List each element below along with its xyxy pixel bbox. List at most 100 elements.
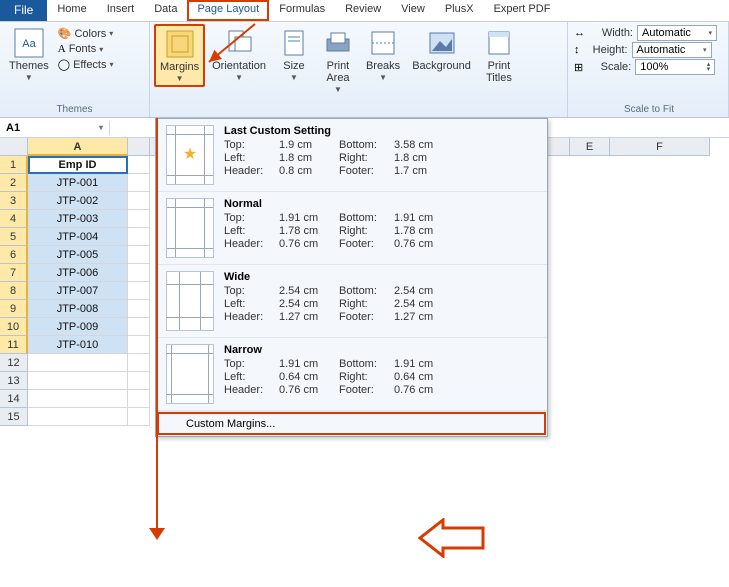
cell[interactable] xyxy=(128,228,150,246)
fonts-button[interactable]: A Fonts ▾ xyxy=(56,42,116,56)
cell[interactable] xyxy=(128,210,150,228)
breaks-button[interactable]: Breaks ▼ xyxy=(361,24,405,85)
row-header[interactable]: 2 xyxy=(0,174,28,192)
size-button[interactable]: Size ▼ xyxy=(273,24,315,85)
margins-last-custom[interactable]: Last Custom Setting Top:1.9 cm Bottom:3.… xyxy=(156,119,547,192)
tab-home[interactable]: Home xyxy=(47,0,96,21)
cell[interactable]: JTP-010 xyxy=(28,336,128,354)
cell[interactable] xyxy=(128,156,150,174)
margins-thumb-icon xyxy=(166,344,214,404)
cell[interactable]: JTP-001 xyxy=(28,174,128,192)
margins-wide[interactable]: Wide Top:2.54 cm Bottom:2.54 cm Left:2.5… xyxy=(156,265,547,338)
cell[interactable] xyxy=(128,318,150,336)
cell[interactable] xyxy=(128,174,150,192)
col-header-a[interactable]: A xyxy=(28,138,128,156)
row-header[interactable]: 10 xyxy=(0,318,28,336)
scale-value: 100% xyxy=(640,61,668,73)
chevron-down-icon: ▾ xyxy=(109,29,113,38)
print-titles-button[interactable]: Print Titles xyxy=(478,24,520,87)
cell[interactable] xyxy=(28,354,128,372)
cell[interactable]: JTP-009 xyxy=(28,318,128,336)
tab-file[interactable]: File xyxy=(0,0,47,21)
narrow-title: Narrow xyxy=(224,344,537,356)
background-icon xyxy=(426,27,458,59)
row-header[interactable]: 6 xyxy=(0,246,28,264)
height-select[interactable]: Automatic▾ xyxy=(632,42,712,58)
cell[interactable] xyxy=(128,354,150,372)
tab-formulas[interactable]: Formulas xyxy=(269,0,335,21)
col-header-f[interactable]: F xyxy=(610,138,710,156)
custom-margins-button[interactable]: Custom Margins... xyxy=(156,411,547,436)
tab-data[interactable]: Data xyxy=(144,0,187,21)
name-box[interactable]: A1 ▾ xyxy=(0,121,110,135)
cell[interactable]: JTP-007 xyxy=(28,282,128,300)
width-select[interactable]: Automatic▾ xyxy=(637,25,717,41)
col-header-e[interactable]: E xyxy=(570,138,610,156)
annotation-arrow-icon xyxy=(205,20,265,80)
cell[interactable]: JTP-005 xyxy=(28,246,128,264)
cell[interactable] xyxy=(128,336,150,354)
col-header-b[interactable] xyxy=(128,138,150,156)
scale-input[interactable]: 100%▴▾ xyxy=(635,59,715,75)
tab-expert-pdf[interactable]: Expert PDF xyxy=(484,0,561,21)
cell[interactable] xyxy=(128,192,150,210)
margins-button[interactable]: Margins ▼ xyxy=(154,24,205,87)
cell[interactable] xyxy=(128,282,150,300)
width-icon: ↔ xyxy=(574,27,585,39)
effects-button[interactable]: ◯ Effects ▾ xyxy=(56,57,116,72)
chevron-down-icon: ▼ xyxy=(290,73,298,82)
fonts-icon: A xyxy=(58,43,66,55)
row-header[interactable]: 11 xyxy=(0,336,28,354)
row-header[interactable]: 4 xyxy=(0,210,28,228)
margins-thumb-icon xyxy=(166,271,214,331)
cell[interactable]: JTP-003 xyxy=(28,210,128,228)
row-header[interactable]: 9 xyxy=(0,300,28,318)
chevron-down-icon: ▼ xyxy=(334,85,342,94)
cell[interactable] xyxy=(28,390,128,408)
row-header[interactable]: 13 xyxy=(0,372,28,390)
background-button[interactable]: Background xyxy=(407,24,476,75)
cell[interactable]: JTP-004 xyxy=(28,228,128,246)
cell[interactable] xyxy=(128,372,150,390)
cell[interactable] xyxy=(128,246,150,264)
print-area-icon xyxy=(322,27,354,59)
tab-view[interactable]: View xyxy=(391,0,435,21)
colors-label: Colors xyxy=(74,28,106,40)
svg-text:Aa: Aa xyxy=(22,38,36,50)
colors-button[interactable]: 🎨 Colors ▾ xyxy=(56,26,116,41)
last-custom-title: Last Custom Setting xyxy=(224,125,537,137)
tab-insert[interactable]: Insert xyxy=(97,0,145,21)
themes-button[interactable]: Aa Themes ▼ xyxy=(4,24,54,85)
cell[interactable]: JTP-006 xyxy=(28,264,128,282)
row-header[interactable]: 14 xyxy=(0,390,28,408)
cell[interactable] xyxy=(128,390,150,408)
row-header[interactable]: 1 xyxy=(0,156,28,174)
group-scale-to-fit: ↔ Width: Automatic▾ ↕ Height: Automatic▾… xyxy=(568,22,729,117)
row-header[interactable]: 5 xyxy=(0,228,28,246)
select-all-corner[interactable] xyxy=(0,138,28,156)
cell[interactable] xyxy=(28,408,128,426)
tab-page-layout[interactable]: Page Layout xyxy=(187,0,269,21)
row-header[interactable]: 3 xyxy=(0,192,28,210)
annotation-line xyxy=(156,118,158,536)
group-themes-label: Themes xyxy=(4,103,145,117)
cell[interactable] xyxy=(128,300,150,318)
width-label: Width: xyxy=(589,27,633,39)
row-header[interactable]: 12 xyxy=(0,354,28,372)
print-area-button[interactable]: Print Area ▼ xyxy=(317,24,359,97)
cell[interactable] xyxy=(28,372,128,390)
height-value: Automatic xyxy=(637,44,686,56)
row-header[interactable]: 7 xyxy=(0,264,28,282)
cell[interactable]: Emp ID xyxy=(28,156,128,174)
margins-narrow[interactable]: Narrow Top:1.91 cm Bottom:1.91 cm Left:0… xyxy=(156,338,547,411)
cell[interactable] xyxy=(128,408,150,426)
cell[interactable]: JTP-002 xyxy=(28,192,128,210)
cell[interactable]: JTP-008 xyxy=(28,300,128,318)
tab-review[interactable]: Review xyxy=(335,0,391,21)
themes-label: Themes xyxy=(9,60,49,72)
margins-normal[interactable]: Normal Top:1.91 cm Bottom:1.91 cm Left:1… xyxy=(156,192,547,265)
cell[interactable] xyxy=(128,264,150,282)
row-header[interactable]: 15 xyxy=(0,408,28,426)
row-header[interactable]: 8 xyxy=(0,282,28,300)
tab-plusx[interactable]: PlusX xyxy=(435,0,484,21)
